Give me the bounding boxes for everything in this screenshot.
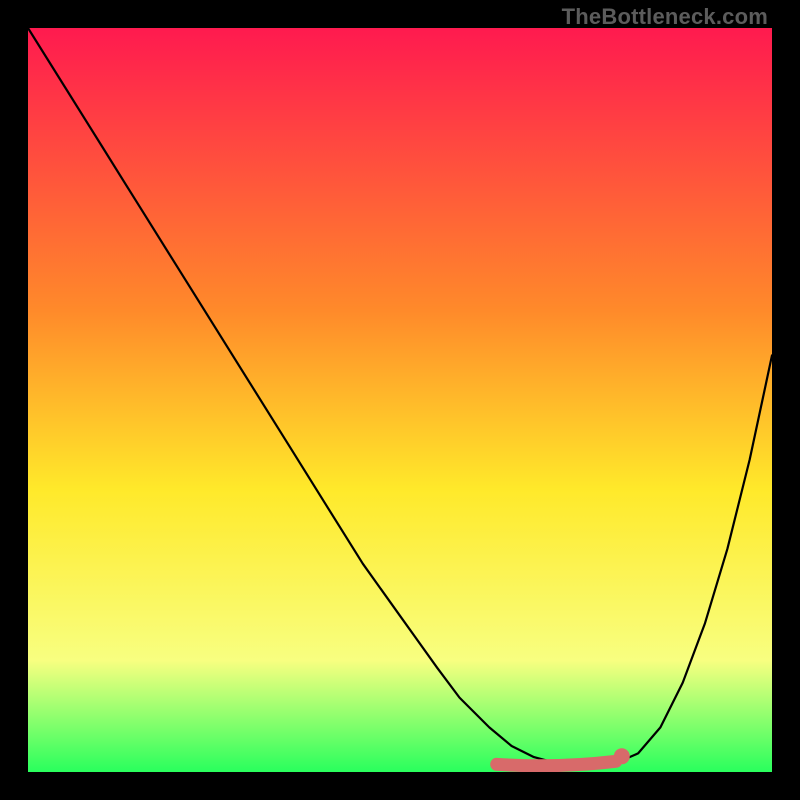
watermark-text: TheBottleneck.com: [562, 4, 768, 30]
optimal-range-marker: [497, 761, 616, 765]
chart-svg: [28, 28, 772, 772]
chart-frame: [28, 28, 772, 772]
gradient-background: [28, 28, 772, 772]
optimal-point-marker: [614, 748, 630, 764]
